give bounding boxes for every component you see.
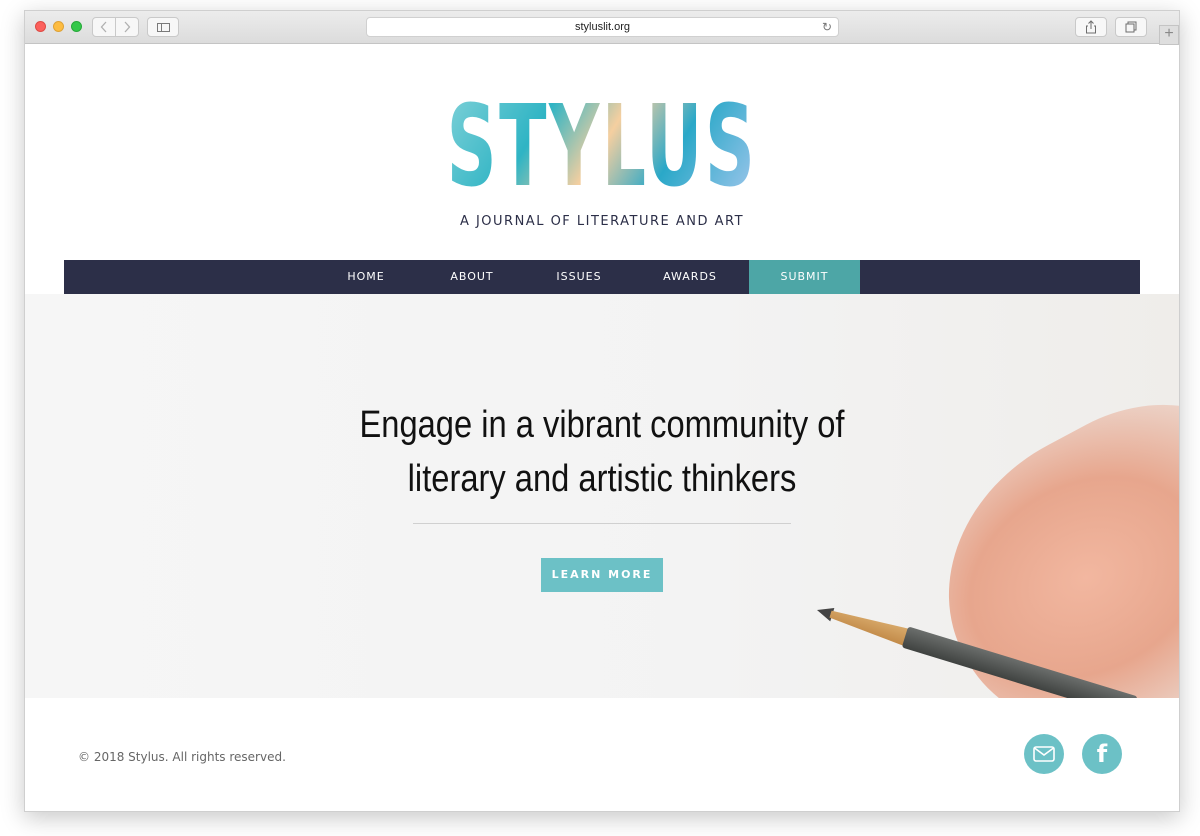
hero-heading-line-1: Engage in a vibrant community of xyxy=(359,404,845,446)
site-tagline: A JOURNAL OF LITERATURE AND ART xyxy=(459,214,745,229)
nav-item-issues[interactable]: ISSUES xyxy=(541,260,617,294)
main-navigation: HOME ABOUT ISSUES AWARDS SUBMIT xyxy=(64,260,1140,294)
email-link[interactable] xyxy=(1024,734,1064,774)
hero-heading-line-2: literary and artistic thinkers xyxy=(407,458,797,500)
nav-item-about[interactable]: ABOUT xyxy=(434,260,510,294)
email-icon xyxy=(1033,746,1055,762)
copyright-text: © 2018 Stylus. All rights reserved. xyxy=(78,750,286,764)
facebook-icon: f xyxy=(1096,740,1108,768)
nav-item-awards[interactable]: AWARDS xyxy=(652,260,728,294)
new-tab-button[interactable]: + xyxy=(1159,25,1179,45)
reload-icon[interactable]: ↻ xyxy=(822,20,832,34)
hero-section: Engage in a vibrant community of literar… xyxy=(25,294,1179,698)
learn-more-button[interactable]: LEARN MORE xyxy=(541,558,663,592)
browser-window: styluslit.org ↻ + STYLUS A JOURNAL OF LI… xyxy=(24,10,1180,812)
address-bar[interactable]: styluslit.org ↻ xyxy=(366,17,839,37)
logo-text: STYLUS xyxy=(446,82,758,212)
sidebar-icon xyxy=(156,22,170,32)
url-text: styluslit.org xyxy=(574,21,631,33)
close-window-button[interactable] xyxy=(35,21,46,32)
chevron-right-icon xyxy=(124,21,131,33)
maximize-window-button[interactable] xyxy=(71,21,82,32)
minimize-window-button[interactable] xyxy=(53,21,64,32)
tab-overview-button[interactable] xyxy=(1115,17,1147,37)
hero-divider xyxy=(413,523,791,524)
forward-button[interactable] xyxy=(115,17,139,37)
facebook-link[interactable]: f xyxy=(1082,734,1122,774)
stylus-logo[interactable]: STYLUS xyxy=(244,91,959,203)
hero-heading: Engage in a vibrant community of literar… xyxy=(106,398,1098,506)
nav-item-submit[interactable]: SUBMIT xyxy=(749,260,860,294)
share-button[interactable] xyxy=(1075,17,1107,37)
tabs-icon xyxy=(1125,21,1137,33)
browser-toolbar: styluslit.org ↻ xyxy=(25,11,1179,44)
nav-item-home[interactable]: HOME xyxy=(328,260,404,294)
sidebar-toggle-button[interactable] xyxy=(147,17,179,37)
chevron-left-icon xyxy=(100,21,107,33)
back-button[interactable] xyxy=(92,17,116,37)
share-icon xyxy=(1086,20,1096,34)
